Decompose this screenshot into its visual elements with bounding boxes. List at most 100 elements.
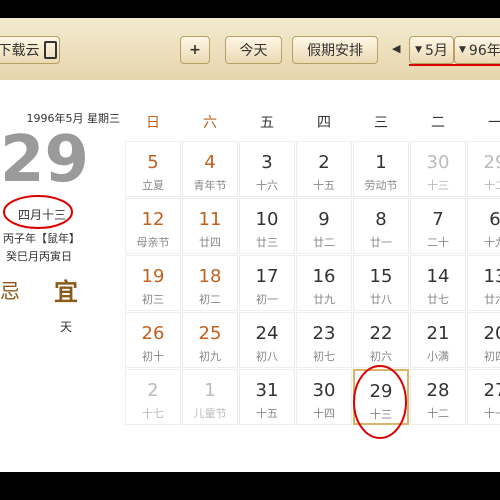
day-cell[interactable]: 16 廿九 [296, 255, 352, 311]
day-number: 26 [141, 323, 165, 344]
day-cell[interactable]: 9 廿二 [296, 198, 352, 254]
yi-item: 天 [60, 320, 73, 334]
ganzhi-year: 丙子年【鼠年】 [3, 232, 80, 245]
year-select[interactable]: ▼ 96年 [454, 36, 500, 64]
lunar-label: 初七 [313, 350, 335, 363]
add-button[interactable]: + [180, 36, 210, 64]
weekday-header: 日 [146, 115, 160, 131]
day-cell[interactable]: 27 十一 [467, 369, 500, 425]
day-cell[interactable]: 18 初二 [182, 255, 238, 311]
big-day-number: 29 [0, 123, 90, 197]
day-number: 21 [426, 323, 450, 344]
day-cell[interactable]: 19 初三 [125, 255, 181, 311]
day-number: 28 [426, 380, 450, 401]
ji-label: 忌 [0, 279, 20, 303]
day-number: 22 [369, 323, 393, 344]
day-number: 18 [198, 266, 222, 287]
add-label: + [189, 42, 201, 58]
lunar-label: 初九 [199, 350, 221, 363]
chevron-down-icon: ▼ [415, 45, 422, 55]
day-number: 4 [204, 152, 216, 173]
lunar-label: 初三 [142, 293, 164, 306]
day-number: 11 [198, 209, 222, 230]
day-cell[interactable]: 22 初六 [353, 312, 409, 368]
day-cell[interactable]: 6 十九 [467, 198, 500, 254]
lunar-label: 十二 [427, 407, 449, 420]
prev-month-icon[interactable]: ◀ [392, 42, 400, 55]
day-cell[interactable]: 31 十五 [239, 369, 295, 425]
red-circle-annotation [3, 195, 73, 229]
lunar-label: 十五 [313, 179, 335, 192]
day-number: 20 [483, 323, 500, 344]
day-cell[interactable]: 21 小满 [410, 312, 466, 368]
day-cell[interactable]: 5 立夏 [125, 141, 181, 197]
day-cell[interactable]: 2 十七 [125, 369, 181, 425]
lunar-label: 廿四 [199, 236, 221, 249]
phone-icon [43, 41, 57, 59]
day-cell[interactable]: 13 廿六 [467, 255, 500, 311]
lunar-label: 十四 [313, 407, 335, 420]
day-number: 30 [426, 152, 450, 173]
day-cell[interactable]: 30 十四 [296, 369, 352, 425]
red-underline-annotation [409, 64, 500, 66]
day-cell[interactable]: 3 十六 [239, 141, 295, 197]
day-cell[interactable]: 8 廿一 [353, 198, 409, 254]
day-number: 5 [147, 152, 159, 173]
year-label: 96年 [468, 43, 500, 59]
day-number: 7 [432, 209, 444, 230]
day-cell[interactable]: 1 劳动节 [353, 141, 409, 197]
day-cell[interactable]: 14 廿七 [410, 255, 466, 311]
day-cell[interactable]: 26 初十 [125, 312, 181, 368]
yi-label: 宜 [54, 278, 78, 306]
day-number: 1 [375, 152, 387, 173]
red-circle-annotation-today [353, 365, 407, 439]
day-cell[interactable]: 4 青年节 [182, 141, 238, 197]
lunar-label: 十五 [256, 407, 278, 420]
ganzhi-month-day: 癸巳月丙寅日 [6, 250, 72, 263]
day-number: 13 [483, 266, 500, 287]
lunar-label: 廿一 [370, 236, 392, 249]
day-cell[interactable]: 2 十五 [296, 141, 352, 197]
day-cell[interactable]: 28 十二 [410, 369, 466, 425]
day-number: 29 [483, 152, 500, 173]
day-number: 19 [141, 266, 165, 287]
day-number: 6 [489, 209, 500, 230]
lunar-label: 立夏 [142, 179, 164, 192]
day-number: 2 [147, 380, 159, 401]
lunar-label: 廿七 [427, 293, 449, 306]
download-label: 下载云 [0, 43, 40, 59]
day-cell[interactable]: 24 初八 [239, 312, 295, 368]
lunar-label: 廿八 [370, 293, 392, 306]
lunar-label: 小满 [427, 350, 449, 363]
day-cell[interactable]: 12 母亲节 [125, 198, 181, 254]
month-select[interactable]: ▼ 5月 [409, 36, 454, 64]
day-cell[interactable]: 15 廿八 [353, 255, 409, 311]
day-number: 25 [198, 323, 222, 344]
lunar-label: 初十 [142, 350, 164, 363]
day-number: 2 [318, 152, 330, 173]
day-cell[interactable]: 23 初七 [296, 312, 352, 368]
weekday-header: 三 [374, 115, 388, 131]
day-cell[interactable]: 11 廿四 [182, 198, 238, 254]
day-number: 14 [426, 266, 450, 287]
day-cell[interactable]: 30 十三 [410, 141, 466, 197]
day-number: 27 [483, 380, 500, 401]
download-button[interactable]: 下载云 [0, 36, 60, 64]
day-number: 24 [255, 323, 279, 344]
day-cell[interactable]: 25 初九 [182, 312, 238, 368]
holiday-button[interactable]: 假期安排 [292, 36, 378, 64]
day-number: 16 [312, 266, 336, 287]
day-cell[interactable]: 20 初四 [467, 312, 500, 368]
lunar-label: 廿三 [256, 236, 278, 249]
day-cell[interactable]: 1 儿童节 [182, 369, 238, 425]
chevron-down-icon: ▼ [459, 45, 466, 55]
day-cell[interactable]: 7 二十 [410, 198, 466, 254]
lunar-label: 初二 [199, 293, 221, 306]
day-cell[interactable]: 17 初一 [239, 255, 295, 311]
day-number: 9 [318, 209, 330, 230]
today-button[interactable]: 今天 [225, 36, 282, 64]
day-cell[interactable]: 10 廿三 [239, 198, 295, 254]
lunar-label: 儿童节 [193, 407, 227, 420]
lunar-label: 廿二 [313, 236, 335, 249]
day-cell[interactable]: 29 十二 [467, 141, 500, 197]
